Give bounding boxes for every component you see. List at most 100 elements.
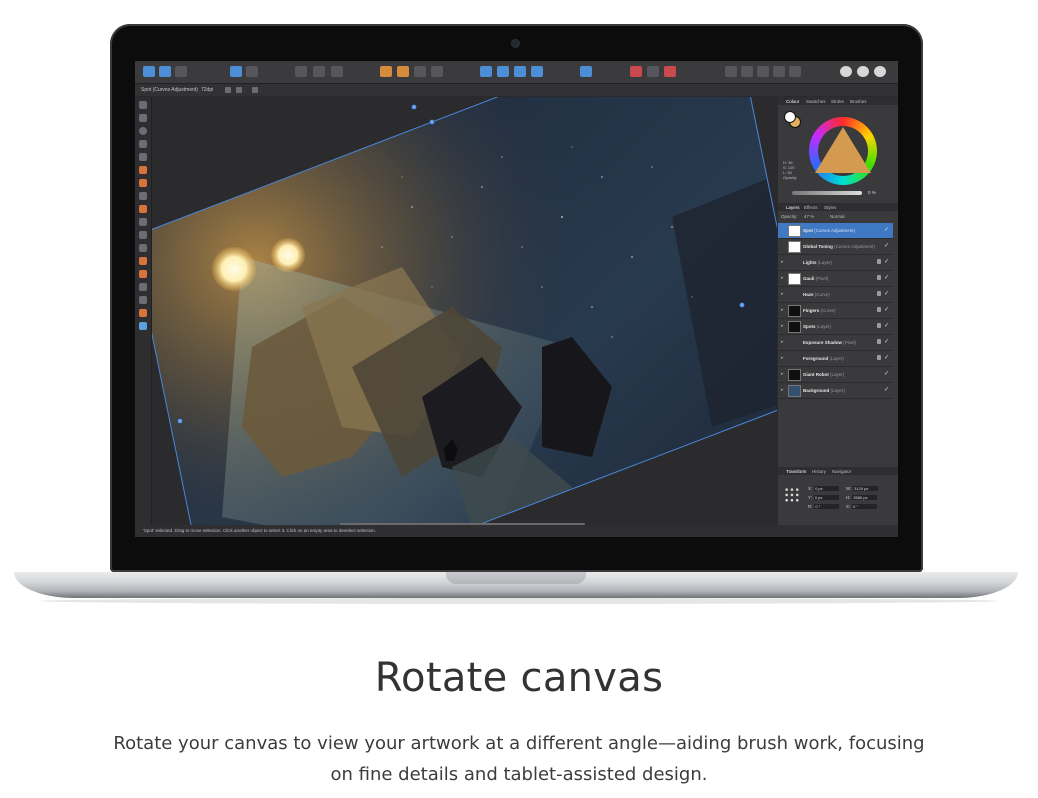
expand-arrow-icon[interactable]: ▸ (781, 387, 784, 393)
paint-brush-icon[interactable] (139, 205, 147, 213)
lock-icon[interactable] (877, 307, 881, 312)
view-mirror-icon[interactable] (874, 66, 886, 77)
eraser-icon[interactable] (139, 218, 147, 226)
layer-row[interactable]: ▸ Lights (Layer) ✓ (778, 255, 893, 271)
liquify-persona-icon[interactable] (159, 66, 171, 77)
visibility-check-icon[interactable]: ✓ (884, 338, 889, 345)
canvas-area[interactable] (152, 97, 777, 525)
rotate-right-icon[interactable] (514, 66, 526, 77)
boolean-add-icon[interactable] (725, 66, 737, 77)
view-mode-icon[interactable] (840, 66, 852, 77)
layer-row[interactable]: ▸ Fingers (Curve) ✓ (778, 303, 893, 319)
tab-swatches[interactable]: Swatches (806, 99, 826, 104)
selection-mode-icon[interactable] (380, 66, 392, 77)
rotated-artwork[interactable] (152, 97, 777, 525)
rect-marquee-icon[interactable] (139, 114, 147, 122)
foreground-colour-swatch[interactable] (784, 111, 796, 123)
magnet-icon[interactable] (664, 66, 676, 77)
layer-row[interactable]: Spot (Curves Adjustment) ✓ (778, 223, 893, 239)
layer-row[interactable]: ▸ Haze (Curve) ✓ (778, 287, 893, 303)
reset-icon[interactable] (252, 87, 258, 93)
assistant-icon[interactable] (230, 66, 242, 77)
boolean-subtract-icon[interactable] (741, 66, 753, 77)
lock-icon[interactable] (877, 291, 881, 296)
tab-navigator[interactable]: Navigator (832, 469, 851, 474)
tab-styles[interactable]: Styles (824, 205, 836, 210)
row-marquee-icon[interactable] (139, 140, 147, 148)
visibility-check-icon[interactable]: ✓ (884, 306, 889, 313)
snapping-icon[interactable] (630, 66, 642, 77)
colour-triangle[interactable] (815, 127, 871, 173)
x-field[interactable]: 0 px (814, 486, 840, 492)
lock-icon[interactable] (877, 339, 881, 344)
expand-arrow-icon[interactable]: ▸ (781, 355, 784, 361)
pen-icon[interactable] (139, 296, 147, 304)
arrange-icon[interactable] (580, 66, 592, 77)
lock-icon[interactable] (877, 259, 881, 264)
visibility-check-icon[interactable]: ✓ (884, 354, 889, 361)
flip-icon[interactable] (480, 66, 492, 77)
zoom-icon[interactable] (139, 322, 147, 330)
view-split-icon[interactable] (857, 66, 869, 77)
lock-icon[interactable] (877, 323, 881, 328)
expand-arrow-icon[interactable]: ▸ (781, 275, 784, 281)
tab-colour[interactable]: Colour (786, 99, 799, 104)
expand-arrow-icon[interactable]: ▸ (781, 371, 784, 377)
tab-stroke[interactable]: Stroke (831, 99, 844, 104)
visibility-check-icon[interactable]: ✓ (884, 274, 889, 281)
rotation-field[interactable]: 0 ° (814, 504, 840, 510)
visibility-check-icon[interactable]: ✓ (884, 226, 889, 233)
tab-effects[interactable]: Effects (804, 205, 818, 210)
anchor-grid[interactable] (784, 487, 800, 503)
layer-opacity-value[interactable]: 47 % (804, 214, 814, 219)
layer-row[interactable]: ▸ Exposure Shadow (Pixel) ✓ (778, 335, 893, 351)
settings-icon[interactable] (246, 66, 258, 77)
boolean-xor-icon[interactable] (773, 66, 785, 77)
crop-icon[interactable] (139, 192, 147, 200)
expand-arrow-icon[interactable]: ▸ (781, 323, 784, 329)
opacity-value[interactable]: 0 % (868, 190, 876, 195)
healing-icon[interactable] (139, 270, 147, 278)
mask-icon[interactable] (236, 87, 242, 93)
transform-icon[interactable] (225, 87, 231, 93)
expand-arrow-icon[interactable]: ▸ (781, 307, 784, 313)
expand-arrow-icon[interactable]: ▸ (781, 339, 784, 345)
refine-icon[interactable] (414, 66, 426, 77)
visibility-check-icon[interactable]: ✓ (884, 258, 889, 265)
layer-row[interactable]: ▸ Gauli (Pixel) ✓ (778, 271, 893, 287)
opacity-slider[interactable] (792, 191, 862, 195)
tab-layers[interactable]: Layers (786, 205, 800, 210)
lock-icon[interactable] (877, 275, 881, 280)
height-field[interactable]: 2680 px (852, 495, 878, 501)
tab-history[interactable]: History (812, 469, 826, 474)
lasso-icon[interactable] (139, 166, 147, 174)
boolean-divide-icon[interactable] (789, 66, 801, 77)
quick-mask-icon[interactable] (397, 66, 409, 77)
auto-levels-icon[interactable] (295, 66, 307, 77)
blend-mode-select[interactable]: Normal (830, 214, 845, 219)
y-field[interactable]: 0 px (813, 495, 839, 501)
clone-icon[interactable] (139, 257, 147, 265)
visibility-check-icon[interactable]: ✓ (884, 322, 889, 329)
snapping-options-icon[interactable] (647, 66, 659, 77)
tab-transform[interactable]: Transform (786, 469, 806, 474)
layer-row[interactable]: ▸ Foreground (Layer) ✓ (778, 351, 893, 367)
selection-brush-icon[interactable] (139, 179, 147, 187)
photo-persona-icon[interactable] (143, 66, 155, 77)
share-icon[interactable] (175, 66, 187, 77)
layer-row[interactable]: Global Toning (Curves Adjustment) ✓ (778, 239, 893, 255)
visibility-check-icon[interactable]: ✓ (884, 386, 889, 393)
invert-selection-icon[interactable] (431, 66, 443, 77)
auto-contrast-icon[interactable] (313, 66, 325, 77)
expand-arrow-icon[interactable]: ▸ (781, 291, 784, 297)
column-marquee-icon[interactable] (139, 153, 147, 161)
visibility-check-icon[interactable]: ✓ (884, 370, 889, 377)
visibility-check-icon[interactable]: ✓ (884, 242, 889, 249)
layer-row[interactable]: ▸ Spots (Layer) ✓ (778, 319, 893, 335)
layer-row[interactable]: ▸ Giant Robot (Layer) ✓ (778, 367, 893, 383)
move-tool-icon[interactable] (139, 101, 147, 109)
dodge-icon[interactable] (139, 244, 147, 252)
visibility-check-icon[interactable]: ✓ (884, 290, 889, 297)
width-field[interactable]: 3120 px (853, 486, 879, 492)
blur-icon[interactable] (139, 283, 147, 291)
